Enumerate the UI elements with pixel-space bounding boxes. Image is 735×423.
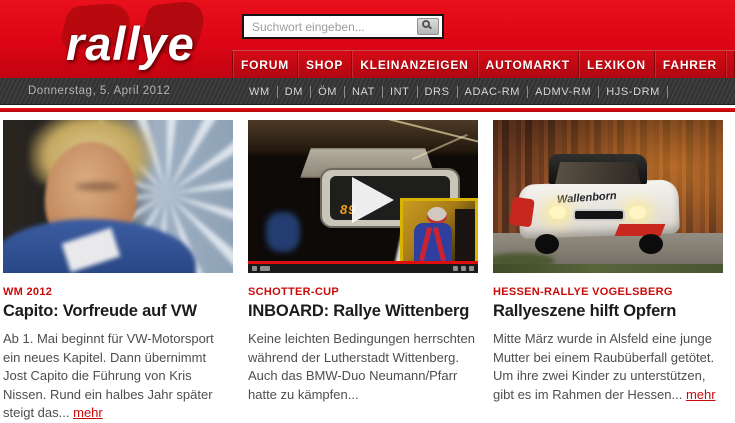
date-label: Donnerstag, 5. April 2012	[28, 85, 170, 97]
nav-item-shop[interactable]: SHOP	[298, 51, 351, 78]
subnav-item-dm[interactable]: DM	[278, 86, 310, 98]
teaser-row: WM 2012 Capito: Vorfreude auf VW Ab 1. M…	[0, 112, 735, 423]
site-header: rallye FORUM SHOP KLEINANZEIGEN AUTOMARK…	[0, 0, 735, 78]
search-input[interactable]	[244, 20, 417, 34]
play-control-icon[interactable]	[252, 266, 257, 271]
main-nav: FORUM SHOP KLEINANZEIGEN AUTOMARKT LEXIK…	[232, 50, 735, 78]
article-title[interactable]: Capito: Vorfreude auf VW	[3, 302, 233, 321]
car-red-livery	[509, 197, 535, 228]
nav-item-automarkt[interactable]: AUTOMARKT	[478, 51, 578, 78]
subnav-item-nat[interactable]: NAT	[345, 86, 382, 98]
codriver-inset-cam	[400, 198, 478, 269]
subnav-separator	[667, 86, 668, 98]
sub-nav: WM DM ÖM NAT INT DRS ADAC-RM ADMV-RM HJS…	[242, 78, 668, 105]
fullscreen-icon[interactable]	[469, 266, 474, 271]
subnav-item-wm[interactable]: WM	[242, 86, 277, 98]
article-title[interactable]: INBOARD: Rallye Wittenberg	[248, 302, 478, 321]
video-control-bar[interactable]	[248, 264, 478, 273]
article-teaser: Ab 1. Mai beginnt für VW-Motorsport ein …	[3, 330, 233, 423]
car-windshield	[555, 162, 641, 184]
nav-item-fahrer[interactable]: FAHRER	[655, 51, 725, 78]
search-button[interactable]	[417, 18, 439, 35]
article-teaser: Mitte März wurde in Alsfeld eine junge M…	[493, 330, 723, 404]
settings-icon[interactable]	[453, 266, 458, 271]
nav-spacer	[726, 51, 734, 78]
subnav-item-oem[interactable]: ÖM	[311, 86, 344, 98]
car-headlight	[549, 206, 566, 219]
more-link[interactable]: mehr	[686, 387, 716, 402]
search-box	[242, 14, 444, 39]
site-logo[interactable]: rallye	[52, 2, 247, 77]
more-link[interactable]: mehr	[73, 405, 103, 420]
nav-item-kleinanzeigen[interactable]: KLEINANZEIGEN	[352, 51, 476, 78]
article-image-capito[interactable]	[3, 120, 233, 273]
play-icon[interactable]	[352, 177, 394, 223]
nav-item-lexikon[interactable]: LEXIKON	[579, 51, 654, 78]
subnav-item-admv-rm[interactable]: ADMV-RM	[528, 86, 598, 98]
subnav-item-drs[interactable]: DRS	[418, 86, 457, 98]
car-red-livery	[615, 224, 666, 236]
search-icon	[422, 20, 430, 28]
car-wheel	[535, 234, 559, 254]
subnav-item-adac-rm[interactable]: ADAC-RM	[458, 86, 528, 98]
sub-bar: Donnerstag, 5. April 2012 WM DM ÖM NAT I…	[0, 78, 735, 105]
article-category[interactable]: WM 2012	[3, 286, 233, 298]
article-image-rally-car[interactable]: Wallenborn	[493, 120, 723, 273]
video-interior-detail	[266, 212, 300, 252]
subnav-item-int[interactable]: INT	[383, 86, 417, 98]
watch-later-icon[interactable]	[461, 266, 466, 271]
article-teaser: Keine leichten Bedingungen herrschten wä…	[248, 330, 478, 404]
teaser-text: Mitte März wurde in Alsfeld eine junge M…	[493, 331, 714, 402]
article-capito: WM 2012 Capito: Vorfreude auf VW Ab 1. M…	[3, 120, 233, 423]
article-hessen-rallye: Wallenborn HESSEN-RALLYE VOGELSBERG Rall…	[493, 120, 723, 423]
nav-item-forum[interactable]: FORUM	[233, 51, 297, 78]
time-display	[260, 266, 270, 271]
photo-grass	[493, 264, 723, 273]
photo-rally-car: Wallenborn	[519, 154, 681, 258]
subnav-item-hjs-drm[interactable]: HJS-DRM	[599, 86, 667, 98]
article-inboard-wittenberg: 89 SCHOTTER-CUP INBOARD: Rallye Wittenbe…	[248, 120, 478, 423]
article-video-thumbnail[interactable]: 89	[248, 120, 478, 273]
inset-window	[455, 209, 475, 267]
article-category[interactable]: SCHOTTER-CUP	[248, 286, 478, 298]
photo-face-detail	[75, 182, 119, 191]
teaser-text: Ab 1. Mai beginnt für VW-Motorsport ein …	[3, 331, 214, 420]
teaser-text: Keine leichten Bedingungen herrschten wä…	[248, 331, 475, 402]
car-wheel	[639, 234, 663, 254]
logo-text: rallye	[66, 16, 195, 71]
article-title[interactable]: Rallyeszene hilft Opfern	[493, 302, 723, 321]
car-grille	[573, 209, 625, 221]
car-headlight	[629, 206, 646, 219]
article-category[interactable]: HESSEN-RALLYE VOGELSBERG	[493, 286, 723, 298]
